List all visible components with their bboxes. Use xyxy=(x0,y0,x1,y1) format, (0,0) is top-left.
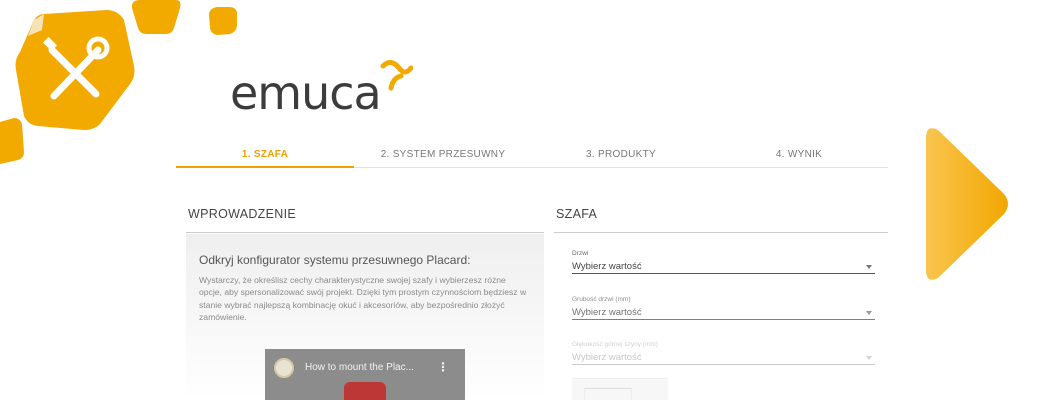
chevron-down-icon xyxy=(866,264,872,269)
doors-value: Wybierz wartość xyxy=(572,261,642,272)
more-options-icon[interactable]: ⋮ xyxy=(437,360,449,374)
tab-szafa[interactable]: 1. SZAFA xyxy=(176,140,354,168)
logo-mark-icon xyxy=(380,60,413,91)
logo-text: emuca xyxy=(230,66,382,120)
tab-system-przesuwny[interactable]: 2. SYSTEM PRZESUWNY xyxy=(354,140,532,167)
next-field-input[interactable] xyxy=(584,388,632,400)
doors-select[interactable]: Wybierz wartość xyxy=(572,260,875,274)
top-rail-depth-value: Wybierz wartość xyxy=(572,352,642,363)
door-thickness-label: Grubość drzwi (mm) xyxy=(572,296,631,303)
intro-section-title: WPROWADZENIE xyxy=(188,207,296,221)
chevron-down-icon xyxy=(866,310,872,315)
intro-text: Wystarczy, że określisz cechy charaktery… xyxy=(199,275,527,323)
door-thickness-select[interactable]: Wybierz wartość xyxy=(572,306,875,320)
wizard-steps: 1. SZAFA 2. SYSTEM PRZESUWNY 3. PRODUKTY… xyxy=(176,140,888,168)
divider xyxy=(554,232,888,233)
video-title[interactable]: How to mount the Plac... xyxy=(305,362,414,373)
channel-avatar xyxy=(274,358,294,378)
decor-hexagon xyxy=(132,0,181,34)
intro-heading: Odkryj konfigurator systemu przesuwnego … xyxy=(199,253,471,267)
chevron-down-icon xyxy=(866,355,872,360)
top-rail-depth-label: Głębokość górnej szyny (mm) xyxy=(572,341,658,348)
top-rail-depth-select[interactable]: Wybierz wartość xyxy=(572,351,875,365)
decor-hexagon xyxy=(209,7,237,35)
doors-label: Drzwi xyxy=(572,250,589,257)
tab-produkty[interactable]: 3. PRODUKTY xyxy=(532,140,710,167)
divider xyxy=(186,232,544,233)
tab-wynik[interactable]: 4. WYNIK xyxy=(710,140,888,167)
play-button[interactable] xyxy=(344,382,386,400)
emuca-logo: emuca xyxy=(230,58,413,116)
arrow-right-icon[interactable] xyxy=(922,124,1012,284)
top-rail-depth-field: Głębokość górnej szyny (mm) Wybierz wart… xyxy=(572,341,875,365)
tools-badge xyxy=(15,10,135,130)
wardrobe-section-title: SZAFA xyxy=(556,207,598,221)
decor-hexagon xyxy=(0,118,24,164)
door-thickness-field: Grubość drzwi (mm) Wybierz wartość xyxy=(572,296,875,320)
doors-field: Drzwi Wybierz wartość xyxy=(572,250,875,274)
door-thickness-value: Wybierz wartość xyxy=(572,307,642,318)
video-player[interactable]: How to mount the Plac... ⋮ xyxy=(265,349,465,400)
